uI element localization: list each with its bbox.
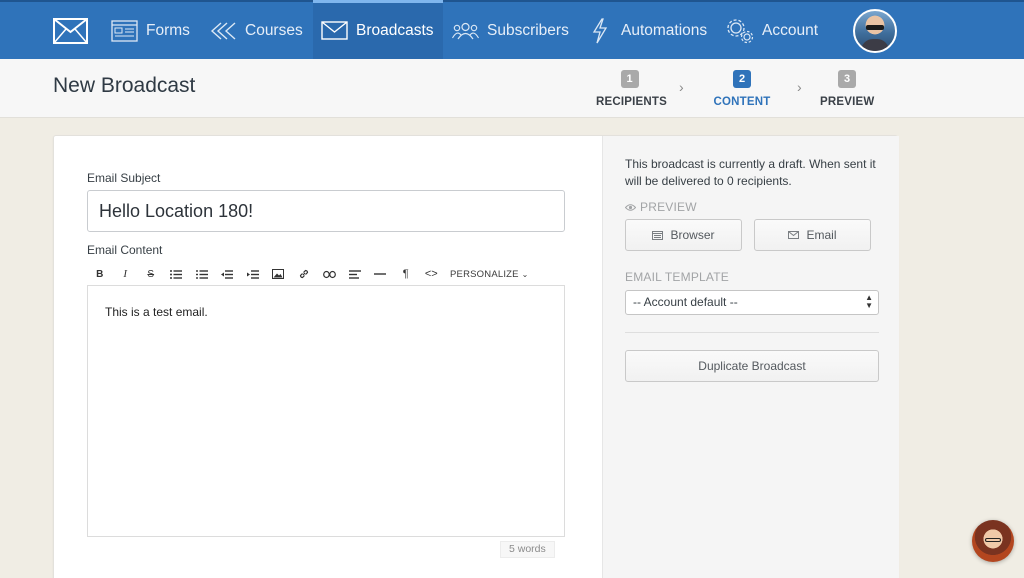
indent-button[interactable] xyxy=(240,263,266,285)
broadcast-editor-card: Email Subject Hello Location 180! Email … xyxy=(53,135,899,578)
nav-label-courses: Courses xyxy=(245,21,303,39)
email-button-label: Email xyxy=(806,228,837,242)
email-subject-label: Email Subject xyxy=(87,171,161,185)
bullet-list-icon xyxy=(170,269,183,279)
browser-icon xyxy=(652,230,664,240)
lightning-icon xyxy=(591,17,609,44)
duplicate-button-label: Duplicate Broadcast xyxy=(698,359,806,373)
draft-notice: This broadcast is currently a draft. Whe… xyxy=(625,157,876,188)
code-button[interactable]: <> xyxy=(419,263,445,285)
support-chat-avatar[interactable] xyxy=(972,520,1014,562)
avatar-glasses xyxy=(985,538,1001,542)
nav-item-broadcasts[interactable]: Broadcasts xyxy=(313,0,443,59)
email-template-value: -- Account default -- xyxy=(633,295,738,309)
horizontal-rule-button[interactable] xyxy=(368,263,394,285)
envelope-logo-icon[interactable] xyxy=(53,18,88,44)
forms-icon xyxy=(111,19,138,42)
avatar-shirt xyxy=(861,39,889,51)
page-header: New Broadcast 1 RECIPIENTS › 2 CONTENT ›… xyxy=(0,59,1024,118)
select-arrows-icon: ▲ ▼ xyxy=(865,293,873,310)
preview-section-label: PREVIEW xyxy=(625,200,697,214)
courses-icon xyxy=(210,21,237,41)
chevron-down-icon: ⌄ xyxy=(521,269,529,279)
email-content-label: Email Content xyxy=(87,243,163,257)
email-body-text[interactable]: This is a test email. xyxy=(105,305,208,319)
personalize-label: PERSONALIZE xyxy=(450,268,519,280)
image-icon xyxy=(272,269,285,279)
nav-label-automations: Automations xyxy=(621,21,708,39)
step-recipients[interactable]: 1 RECIPIENTS xyxy=(596,70,668,108)
email-template-select[interactable]: -- Account default -- ▲ ▼ xyxy=(625,290,879,315)
browser-preview-button[interactable]: Browser xyxy=(625,219,742,251)
editor-toolbar: B I S ¶ <> PERSONALIZE ⌄ xyxy=(87,263,565,285)
nav-label-account: Account xyxy=(762,21,819,39)
chevron-right-icon: › xyxy=(797,79,802,95)
align-button[interactable] xyxy=(342,263,368,285)
personalize-dropdown[interactable]: PERSONALIZE ⌄ xyxy=(444,269,528,280)
insert-link-button[interactable] xyxy=(291,263,317,285)
unlink-icon xyxy=(322,270,336,278)
indent-icon xyxy=(246,269,259,279)
nav-label-forms: Forms xyxy=(146,21,190,39)
duplicate-broadcast-button[interactable]: Duplicate Broadcast xyxy=(625,350,879,382)
avatar-sunglasses xyxy=(866,25,884,30)
broadcast-sidebar: This broadcast is currently a draft. Whe… xyxy=(602,136,899,578)
paragraph-button[interactable]: ¶ xyxy=(393,263,419,285)
align-left-icon xyxy=(348,269,361,279)
numbered-list-icon xyxy=(195,269,208,279)
sidebar-divider xyxy=(625,332,879,333)
nav-label-subscribers: Subscribers xyxy=(487,21,569,39)
preview-label: PREVIEW xyxy=(640,200,697,214)
step-preview[interactable]: 3 PREVIEW xyxy=(820,70,874,108)
nav-label-broadcasts: Broadcasts xyxy=(356,21,434,39)
step-label: PREVIEW xyxy=(820,96,875,108)
outdent-icon xyxy=(221,269,234,279)
step-number: 2 xyxy=(733,70,751,88)
user-avatar[interactable] xyxy=(853,9,897,53)
bold-button[interactable]: B xyxy=(87,263,113,285)
word-count: 5 words xyxy=(500,541,555,558)
subscribers-icon xyxy=(452,22,479,40)
unlink-button[interactable] xyxy=(317,263,343,285)
top-navigation: Forms Courses Broadcasts Subscribers Aut… xyxy=(0,0,1024,59)
eye-icon xyxy=(625,203,636,211)
nav-item-subscribers[interactable]: Subscribers xyxy=(452,2,569,59)
browser-button-label: Browser xyxy=(670,228,715,242)
email-preview-button[interactable]: Email xyxy=(754,219,871,251)
code-icon: <> xyxy=(424,268,438,280)
step-number: 1 xyxy=(620,70,639,88)
step-content[interactable]: 2 CONTENT xyxy=(713,70,771,108)
step-number: 3 xyxy=(838,70,856,88)
envelope-icon xyxy=(321,21,348,40)
chevron-right-icon: › xyxy=(679,79,684,95)
nav-item-forms[interactable]: Forms xyxy=(111,2,190,59)
horizontal-rule-icon xyxy=(374,273,387,275)
strikethrough-button[interactable]: S xyxy=(138,263,164,285)
gears-icon xyxy=(726,18,754,44)
bullet-list-button[interactable] xyxy=(164,263,190,285)
content-editor-panel: Email Subject Hello Location 180! Email … xyxy=(54,136,602,578)
pilcrow-icon: ¶ xyxy=(402,268,409,280)
email-content-editor[interactable]: This is a test email. xyxy=(87,285,565,537)
step-label: RECIPIENTS xyxy=(596,96,668,108)
link-icon xyxy=(299,269,308,279)
numbered-list-button[interactable] xyxy=(189,263,215,285)
nav-item-courses[interactable]: Courses xyxy=(210,2,303,59)
step-label: CONTENT xyxy=(713,96,771,108)
email-template-label: EMAIL TEMPLATE xyxy=(625,270,729,284)
outdent-button[interactable] xyxy=(215,263,241,285)
insert-image-button[interactable] xyxy=(266,263,292,285)
envelope-icon xyxy=(788,231,800,239)
page-title: New Broadcast xyxy=(53,74,196,97)
nav-item-account[interactable]: Account xyxy=(726,2,818,59)
email-subject-input[interactable]: Hello Location 180! xyxy=(87,190,565,232)
nav-item-automations[interactable]: Automations xyxy=(591,2,707,59)
italic-button[interactable]: I xyxy=(113,263,139,285)
